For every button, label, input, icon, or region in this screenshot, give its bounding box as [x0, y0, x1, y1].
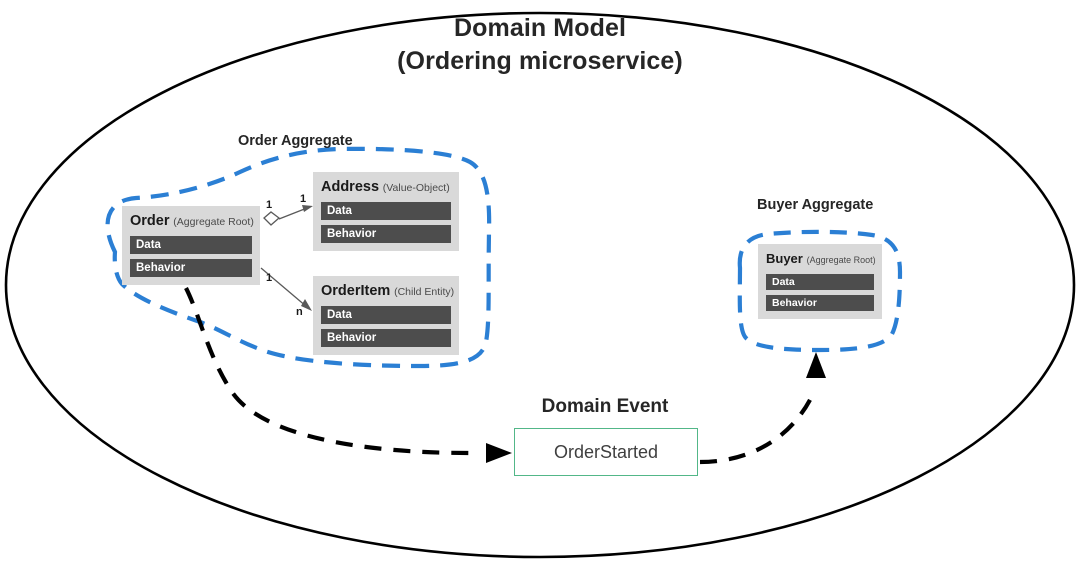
domain-event-box: OrderStarted	[514, 428, 698, 476]
multiplicity-order-to-address-source: 1	[266, 199, 273, 211]
entity-header-address: Address (Value-Object)	[321, 178, 451, 197]
entity-name-orderitem: OrderItem	[321, 283, 391, 299]
entity-header-order: Order (Aggregate Root)	[130, 212, 254, 231]
entity-member-behavior: Behavior	[321, 225, 451, 243]
entity-card-order: Order (Aggregate Root) Data Behavior	[122, 206, 260, 285]
order-aggregate-label: Order Aggregate	[238, 133, 353, 149]
entity-stereotype-order: (Aggregate Root)	[173, 216, 254, 228]
event-subscribe-arrow	[699, 352, 826, 465]
title-line-1: Domain Model	[453, 14, 627, 42]
entity-card-buyer: Buyer (Aggregate Root) Data Behavior	[758, 244, 882, 319]
entity-card-address: Address (Value-Object) Data Behavior	[313, 172, 459, 251]
domain-event-name: OrderStarted	[553, 441, 659, 462]
entity-name-order: Order	[130, 213, 170, 229]
multiplicity-order-to-orderitem-source: 1	[266, 272, 273, 284]
title-line-2: (Ordering microservice)	[397, 47, 683, 75]
entity-header-buyer: Buyer (Aggregate Root)	[766, 250, 876, 269]
multiplicity-order-to-orderitem-target: n	[296, 306, 303, 318]
entity-member-data: Data	[321, 306, 451, 324]
entity-name-address: Address	[321, 179, 380, 195]
entity-member-behavior: Behavior	[321, 329, 451, 347]
buyer-aggregate-label: Buyer Aggregate	[757, 197, 874, 213]
entity-stereotype-buyer: (Aggregate Root)	[806, 255, 876, 265]
entity-member-data: Data	[130, 236, 252, 254]
entity-stereotype-address: (Value-Object)	[382, 182, 450, 194]
entity-member-data: Data	[766, 274, 874, 290]
domain-model-diagram: Domain Model (Ordering microservice) Ord…	[0, 0, 1080, 570]
entity-member-behavior: Behavior	[130, 259, 252, 277]
entity-name-buyer: Buyer	[766, 251, 803, 266]
entity-stereotype-orderitem: (Child Entity)	[394, 286, 455, 298]
entity-header-orderitem: OrderItem (Child Entity)	[321, 282, 455, 301]
domain-event-label: Domain Event	[541, 396, 669, 417]
entity-member-behavior: Behavior	[766, 295, 874, 311]
multiplicity-order-to-address-target: 1	[300, 193, 307, 205]
entity-card-orderitem: OrderItem (Child Entity) Data Behavior	[313, 276, 459, 355]
entity-member-data: Data	[321, 202, 451, 220]
page-title: Domain Model (Ordering microservice)	[0, 12, 1080, 78]
diagram-vector-layer	[4, 11, 1076, 559]
